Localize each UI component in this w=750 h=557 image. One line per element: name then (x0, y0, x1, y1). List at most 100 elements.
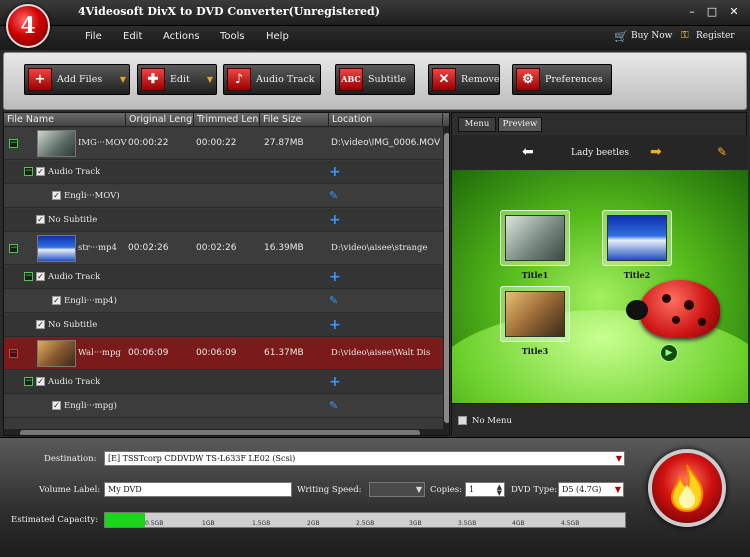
subtitle-button[interactable]: ABC Subtitle (335, 64, 415, 95)
audio-item-checkbox[interactable]: ✓ (52, 296, 61, 305)
edit-pencil-icon[interactable]: ✎ (329, 190, 338, 202)
title-label-3: Title3 (521, 346, 549, 356)
stepper-arrows-icon[interactable]: ▲ ▼ (497, 484, 502, 497)
collapse-toggle[interactable]: − (9, 139, 18, 148)
close-icon[interactable]: ✕ (726, 5, 742, 19)
subtitle-checkbox[interactable]: ✓ (36, 320, 45, 329)
scroll-thumb[interactable] (20, 430, 420, 435)
writing-speed-select[interactable]: ▼ (369, 482, 425, 497)
flame-icon (670, 464, 704, 513)
capacity-label: Estimated Capacity: (11, 515, 99, 525)
column-file-size[interactable]: File Size (260, 113, 329, 127)
title-thumbnail-2[interactable] (602, 210, 672, 266)
volume-label-input[interactable]: My DVD (104, 482, 292, 497)
copies-stepper[interactable]: 1 ▲ ▼ (465, 482, 505, 497)
audio-item-row[interactable]: ✓ Engli···MOV) ✎ (4, 185, 444, 208)
table-row[interactable]: − IMG···MOV 00:00:22 00:00:22 27.87MB D:… (4, 128, 444, 160)
add-files-button[interactable]: + Add Files ▼ (24, 64, 130, 95)
menu-help[interactable]: Help (266, 31, 289, 42)
file-list-header: File Name Original Length Trimmed Length… (4, 113, 449, 127)
menu-actions[interactable]: Actions (163, 31, 200, 42)
edit-film-icon: ✚ (141, 68, 165, 91)
add-subtitle-icon[interactable]: + (329, 213, 341, 227)
collapse-toggle[interactable]: − (9, 244, 18, 253)
dropdown-arrow-icon[interactable]: ▼ (207, 65, 213, 94)
table-row[interactable]: − str···mp4 00:02:26 00:02:26 16.39MB D:… (4, 233, 444, 265)
audio-track-row[interactable]: − ✓ Audio Track + (4, 266, 444, 289)
gear-icon: ⚙ (516, 68, 540, 91)
audio-item-checkbox[interactable]: ✓ (52, 401, 61, 410)
column-original-length[interactable]: Original Length (126, 113, 194, 127)
app-window: 4Videosoft DivX to DVD Converter(Unregis… (0, 0, 750, 557)
column-file-name[interactable]: File Name (4, 113, 126, 127)
remove-button[interactable]: ✕ Remove (428, 64, 500, 95)
destination-select[interactable]: [E] TSSTcorp CDDVDW TS-L633F LE02 (Scsi)… (104, 451, 625, 466)
vertical-scrollbar[interactable] (443, 127, 449, 435)
tab-preview[interactable]: Preview (498, 117, 542, 132)
title-thumbnail-1[interactable] (500, 210, 570, 266)
title-label-1: Title1 (521, 270, 549, 280)
add-subtitle-icon[interactable]: + (329, 318, 341, 332)
no-menu-checkbox[interactable] (458, 416, 467, 425)
column-location[interactable]: Location (329, 113, 443, 127)
edit-menu-icon[interactable]: ✎ (717, 145, 727, 159)
audio-checkbox[interactable]: ✓ (36, 272, 45, 281)
menu-tools[interactable]: Tools (220, 31, 245, 42)
table-row-selected[interactable]: − Wal···mpg 00:06:09 00:06:09 61.37MB D:… (4, 338, 444, 370)
menu-template-name: Lady beetles (571, 148, 629, 158)
column-trimmed-length[interactable]: Trimmed Length (194, 113, 260, 127)
audio-track-row[interactable]: − ✓ Audio Track + (4, 371, 444, 394)
register-link[interactable]: Register (696, 31, 735, 41)
writing-speed-label: Writing Speed: (297, 485, 362, 495)
menu-bar: File Edit Actions Tools Help 🛒 Buy Now ⚿… (0, 26, 750, 50)
audio-checkbox[interactable]: ✓ (36, 167, 45, 176)
edit-pencil-icon[interactable]: ✎ (329, 295, 338, 307)
minimize-icon[interactable]: – (684, 5, 700, 19)
add-audio-icon[interactable]: + (329, 270, 341, 284)
collapse-toggle[interactable]: − (24, 167, 33, 176)
no-menu-label: No Menu (472, 416, 512, 426)
maximize-icon[interactable]: □ (704, 5, 720, 19)
subtitle-row[interactable]: ✓ No Subtitle + (4, 209, 444, 232)
subtitle-checkbox[interactable]: ✓ (36, 215, 45, 224)
arrow-right-icon[interactable]: ➡ (650, 144, 662, 160)
dvd-type-select[interactable]: D5 (4.7G) ▼ (558, 482, 624, 497)
toolbar: + Add Files ▼ ✚ Edit ▼ ♪ Audio Track ABC… (3, 52, 747, 110)
output-settings: Destination: [E] TSSTcorp CDDVDW TS-L633… (0, 437, 750, 557)
scroll-thumb[interactable] (444, 133, 449, 423)
audio-track-button[interactable]: ♪ Audio Track (223, 64, 321, 95)
menu-file[interactable]: File (85, 31, 102, 42)
video-thumbnail (37, 235, 76, 262)
dropdown-arrow-icon[interactable]: ▼ (120, 65, 126, 94)
burn-button[interactable] (648, 449, 726, 527)
edit-button[interactable]: ✚ Edit ▼ (137, 64, 217, 95)
menu-navigation: ⬅ Lady beetles ➡ ✎ (452, 135, 748, 170)
no-menu-bar: No Menu (452, 403, 748, 437)
chevron-down-icon: ▼ (614, 485, 621, 494)
title-label-2: Title2 (623, 270, 651, 280)
capacity-bar: 0.5GB 1GB 1.5GB 2GB 2.5GB 3GB 3.5GB 4GB … (104, 512, 626, 528)
capacity-fill (105, 513, 145, 527)
add-audio-icon[interactable]: + (329, 375, 341, 389)
video-thumbnail (37, 130, 76, 157)
collapse-toggle[interactable]: − (9, 349, 18, 358)
play-icon[interactable]: ▶ (660, 344, 678, 362)
add-audio-icon[interactable]: + (329, 165, 341, 179)
collapse-toggle[interactable]: − (24, 377, 33, 386)
copies-label: Copies: (430, 485, 463, 495)
menu-edit[interactable]: Edit (123, 31, 142, 42)
audio-checkbox[interactable]: ✓ (36, 377, 45, 386)
edit-pencil-icon[interactable]: ✎ (329, 400, 338, 412)
audio-item-row[interactable]: ✓ Engli···mpg) ✎ (4, 395, 444, 418)
collapse-toggle[interactable]: − (24, 272, 33, 281)
subtitle-row[interactable]: ✓ No Subtitle + (4, 314, 444, 337)
horizontal-scrollbar[interactable] (4, 429, 443, 435)
audio-item-row[interactable]: ✓ Engli···mp4) ✎ (4, 290, 444, 313)
tab-menu[interactable]: Menu (458, 117, 496, 132)
buy-now-link[interactable]: Buy Now (631, 31, 672, 41)
audio-item-checkbox[interactable]: ✓ (52, 191, 61, 200)
audio-track-row[interactable]: − ✓ Audio Track + (4, 161, 444, 184)
title-thumbnail-3[interactable] (500, 286, 570, 342)
speaker-icon: ♪ (227, 68, 251, 91)
preferences-button[interactable]: ⚙ Preferences (512, 64, 612, 95)
